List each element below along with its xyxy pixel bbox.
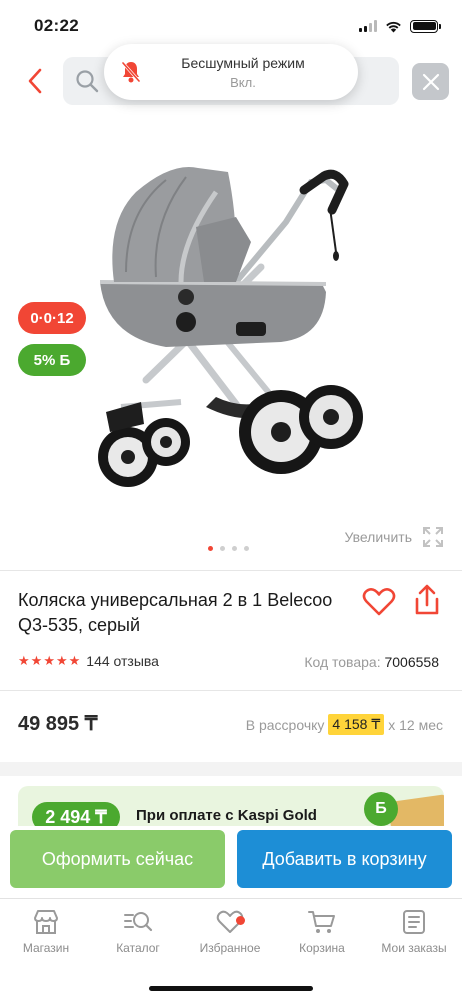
tab-label: Избранное [199,941,261,955]
star-icon: ★ [55,653,68,668]
bonus-badge: 5% Б [18,344,86,376]
product-image[interactable] [86,132,376,512]
share-button[interactable] [412,584,444,618]
action-bar: Оформить сейчас Добавить в корзину [0,826,462,896]
share-icon [415,584,439,615]
promo-text: При оплате с Kaspi Gold [136,807,317,824]
bottom-tab-bar: Магазин Каталог Избранное Корзина Мои за… [0,898,462,999]
star-icon: ★ [18,653,30,668]
favorite-button[interactable] [362,587,398,619]
product-code-label: Код товара: [304,654,381,670]
chevron-left-icon [28,68,42,94]
installment-info[interactable]: В рассрочку 4 158 ₸ x 12 мес [246,714,443,735]
tab-label: Мои заказы [381,941,447,955]
rear-wheel-back [299,385,363,449]
expand-icon [423,527,443,547]
pagination-dot[interactable] [232,546,237,551]
product-code-value: 7006558 [384,654,439,670]
pagination-dot[interactable] [208,546,213,551]
battery-icon [410,19,441,33]
installment-prefix: В рассрочку [245,716,325,733]
home-indicator [149,986,313,991]
installment-suffix: x 12 мес [388,716,443,733]
product-page: 02:22 Бесшумный режим Вкл. 0·0·12 5% Б У… [0,0,462,999]
installment-badge: 0·0·12 [18,302,86,334]
status-icons [359,19,441,33]
zoom-button[interactable]: Увеличить [344,526,444,548]
installment-amount: 4 158 ₸ [328,714,385,735]
status-time: 02:22 [34,16,79,35]
pagination-dot[interactable] [244,546,249,551]
add-to-cart-button[interactable]: Добавить в корзину [237,830,452,888]
notification-dot [236,916,245,925]
tab-catalog[interactable]: Каталог [92,909,184,955]
close-icon [422,73,439,90]
cart-icon [308,911,335,933]
product-code: Код товара: 7006558 [304,654,439,670]
tab-favorites[interactable]: Избранное [184,909,276,955]
section-separator [0,762,462,776]
silent-mode-toast: Бесшумный режим Вкл. [104,44,358,100]
wifi-icon [386,21,401,32]
orders-icon [403,910,425,934]
toast-title: Бесшумный режим [181,55,305,71]
close-button[interactable] [412,63,449,100]
rating-row[interactable]: ★ ★ ★ ★ ★ 144 отзыва [18,653,159,669]
divider [0,570,462,571]
star-icon: ★ [30,653,43,668]
shop-icon [34,910,58,934]
toast-subtitle: Вкл. [230,75,256,90]
star-icon: ★ [43,653,55,668]
divider [0,690,462,691]
gallery-pagination [208,546,249,551]
pagination-dot[interactable] [220,546,225,551]
zoom-label: Увеличить [344,529,412,545]
bonus-coin-icon: Б [364,792,398,826]
tab-label: Магазин [22,941,70,955]
tab-label: Корзина [299,941,345,955]
tab-orders[interactable]: Мои заказы [368,909,460,955]
tab-shop[interactable]: Магазин [0,909,92,955]
product-gallery[interactable]: 0·0·12 5% Б Увеличить [0,106,462,566]
tab-label: Каталог [116,941,160,955]
buy-now-button[interactable]: Оформить сейчас [10,830,225,888]
search-icon [76,70,99,93]
back-button[interactable] [18,62,52,100]
cellular-signal-icon [359,20,377,32]
heart-icon [362,588,396,616]
catalog-search-icon [124,912,153,932]
rating-stars: ★ ★ ★ ★ ★ [18,654,80,668]
tab-cart[interactable]: Корзина [276,909,368,955]
star-icon: ★ [68,653,81,668]
product-price: 49 895 ₸ [18,713,98,735]
reviews-link[interactable]: 144 отзыва [86,653,159,669]
product-title: Коляска универсальная 2 в 1 Belecoo Q3-5… [18,590,333,635]
